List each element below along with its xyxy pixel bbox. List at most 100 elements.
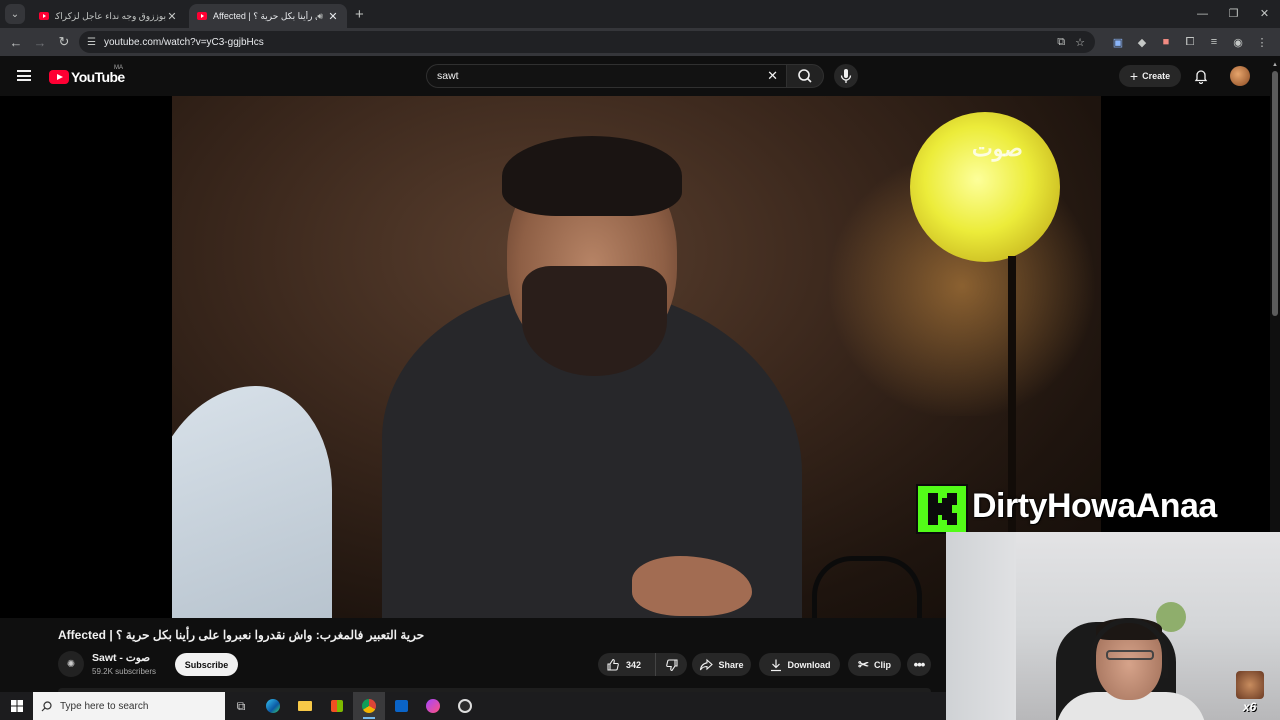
tab-title: بوززوق وجه نداء عاجل لزكراكي وة — [55, 10, 166, 21]
site-info-icon[interactable]: ☰ — [87, 37, 96, 48]
create-label: Create — [1142, 71, 1171, 81]
youtube-play-icon — [49, 70, 69, 84]
youtube-header: YouTube MA sawt ✕ + Create — [0, 56, 1280, 96]
scissors-icon: ✂ — [858, 656, 869, 672]
close-tab-icon[interactable]: ✕ — [166, 10, 178, 23]
chevron-down-icon: ⌄ — [10, 8, 20, 20]
youtube-wordmark: YouTube — [71, 69, 125, 85]
microphone-icon — [840, 69, 852, 83]
back-arrow-icon[interactable]: ← — [4, 35, 28, 50]
subscriber-count: 59.2K subscribers — [92, 667, 157, 676]
browser-tab-strip: ⌄ بوززوق وجه نداء عاجل لزكراكي وة ✕ Affe… — [0, 0, 1280, 28]
puzzle-extensions-icon[interactable]: ⧠ — [1178, 36, 1202, 49]
download-button[interactable]: Download — [759, 653, 840, 676]
bookmark-star-icon[interactable]: ☆ — [1075, 36, 1085, 49]
url-text: youtube.com/watch?v=yC3-ggjbHcs — [103, 36, 264, 48]
create-button[interactable]: + Create — [1119, 65, 1181, 87]
webcam-wall — [946, 532, 1016, 720]
minimize-button[interactable]: — — [1187, 0, 1218, 28]
chat-emote — [1236, 671, 1264, 699]
thumbs-up-icon — [607, 658, 619, 671]
speaker-icon[interactable]: 🔊︎ — [317, 11, 323, 22]
browser-tab-1[interactable]: بوززوق وجه نداء عاجل لزكراكي وة ✕ — [31, 4, 186, 28]
window-controls: — ❐ ✕ — [1187, 0, 1280, 28]
channel-avatar[interactable]: ✺ — [58, 651, 84, 677]
guide-menu-icon[interactable] — [17, 70, 31, 81]
like-count: 342 — [626, 659, 642, 670]
lamp-light — [910, 112, 1060, 262]
edge-browser-icon[interactable] — [257, 692, 289, 720]
maximize-button[interactable]: ❐ — [1218, 0, 1249, 28]
close-window-button[interactable]: ✕ — [1249, 0, 1280, 28]
download-label: Download — [787, 659, 831, 670]
country-code: MA — [114, 65, 123, 71]
channel-name[interactable]: Sawt - صوت — [92, 652, 150, 664]
media-control-icon[interactable]: ≡ — [1202, 36, 1226, 48]
tab-title: Affected | حرية التعبير فالمغرب: واش نقد… — [213, 10, 317, 21]
address-bar[interactable]: ☰ youtube.com/watch?v=yC3-ggjbHcs ⧉ ☆ — [79, 31, 1095, 53]
chrome-icon[interactable] — [353, 692, 385, 720]
more-actions-button[interactable]: ••• — [907, 653, 931, 676]
kick-logo-icon — [916, 484, 968, 534]
speaker-hair — [502, 136, 682, 216]
voice-search-button[interactable] — [834, 64, 858, 88]
video-title: Affected | حرية التعبير فالمغرب: واش نقد… — [58, 628, 425, 642]
channel-logo-icon: ✺ — [66, 658, 76, 670]
glasses — [1106, 650, 1154, 660]
start-button[interactable] — [0, 692, 33, 720]
new-tab-button[interactable]: + — [355, 6, 364, 23]
share-label: Share — [718, 659, 744, 670]
emote-count: x6 — [1243, 700, 1257, 714]
browser-tab-2[interactable]: Affected | حرية التعبير فالمغرب: واش نقد… — [189, 4, 347, 28]
download-icon — [770, 659, 781, 671]
speaker-beard — [522, 266, 667, 376]
taskbar-search-input[interactable]: Type here to search — [33, 692, 225, 720]
webcam-feed — [946, 532, 1280, 720]
plus-icon: + — [1129, 68, 1139, 84]
search-query: sawt — [437, 70, 459, 82]
account-avatar[interactable] — [1230, 66, 1250, 86]
outlook-icon[interactable] — [385, 692, 417, 720]
search-input[interactable]: sawt ✕ — [426, 64, 786, 88]
subscribe-button[interactable]: Subscribe — [175, 653, 238, 676]
scrollbar-thumb[interactable] — [1272, 71, 1278, 316]
notifications-bell-icon[interactable] — [1193, 68, 1209, 84]
windows-taskbar: Type here to search ⧉ — [0, 692, 946, 720]
dislike-button[interactable] — [656, 658, 687, 672]
obs-studio-icon[interactable] — [449, 692, 481, 720]
channel-watermark: صوت — [972, 136, 1023, 161]
youtube-logo[interactable]: YouTube MA — [49, 65, 125, 85]
clip-label: Clip — [873, 659, 891, 670]
interviewer-shoulder — [172, 386, 332, 618]
microsoft-store-icon[interactable] — [321, 692, 353, 720]
clip-button[interactable]: ✂ Clip — [848, 653, 901, 676]
taskbar-search-placeholder: Type here to search — [60, 700, 149, 712]
clear-search-icon[interactable]: ✕ — [767, 68, 778, 84]
install-app-icon[interactable]: ⧉ — [1057, 36, 1065, 49]
search-icon — [798, 69, 812, 83]
search-button[interactable] — [786, 64, 824, 88]
browser-menu-icon[interactable]: ⋮ — [1250, 36, 1274, 49]
chair-back — [812, 556, 922, 618]
messenger-icon[interactable] — [417, 692, 449, 720]
scroll-up-arrow-icon[interactable]: ▲ — [1272, 62, 1278, 68]
profile-icon[interactable]: ◉ — [1226, 36, 1250, 49]
task-view-icon[interactable]: ⧉ — [225, 692, 257, 720]
file-explorer-icon[interactable] — [289, 692, 321, 720]
diamond-extension-icon[interactable]: ◆ — [1130, 36, 1154, 49]
tab-search-button[interactable]: ⌄ — [5, 4, 25, 24]
forward-arrow-icon[interactable]: → — [28, 35, 52, 50]
thumbs-down-icon — [665, 658, 678, 671]
screen: ⌄ بوززوق وجه نداء عاجل لزكراكي وة ✕ Affe… — [0, 0, 1280, 720]
extensions-area: ▣ ◆ ■ ⧠ ≡ ◉ ⋮ — [1106, 28, 1274, 56]
youtube-favicon-icon — [197, 12, 207, 20]
red-extension-icon[interactable]: ■ — [1154, 36, 1178, 48]
translate-extension-icon[interactable]: ▣ — [1106, 36, 1130, 49]
reload-icon[interactable]: ↻ — [52, 34, 76, 50]
close-tab-icon[interactable]: ✕ — [327, 10, 339, 23]
like-button[interactable]: 342 — [598, 653, 656, 676]
like-dislike-group: 342 — [598, 653, 687, 676]
search-icon — [41, 700, 52, 711]
share-button[interactable]: Share — [692, 653, 751, 676]
streamer-name: DirtyHowaAnaa — [972, 487, 1217, 525]
